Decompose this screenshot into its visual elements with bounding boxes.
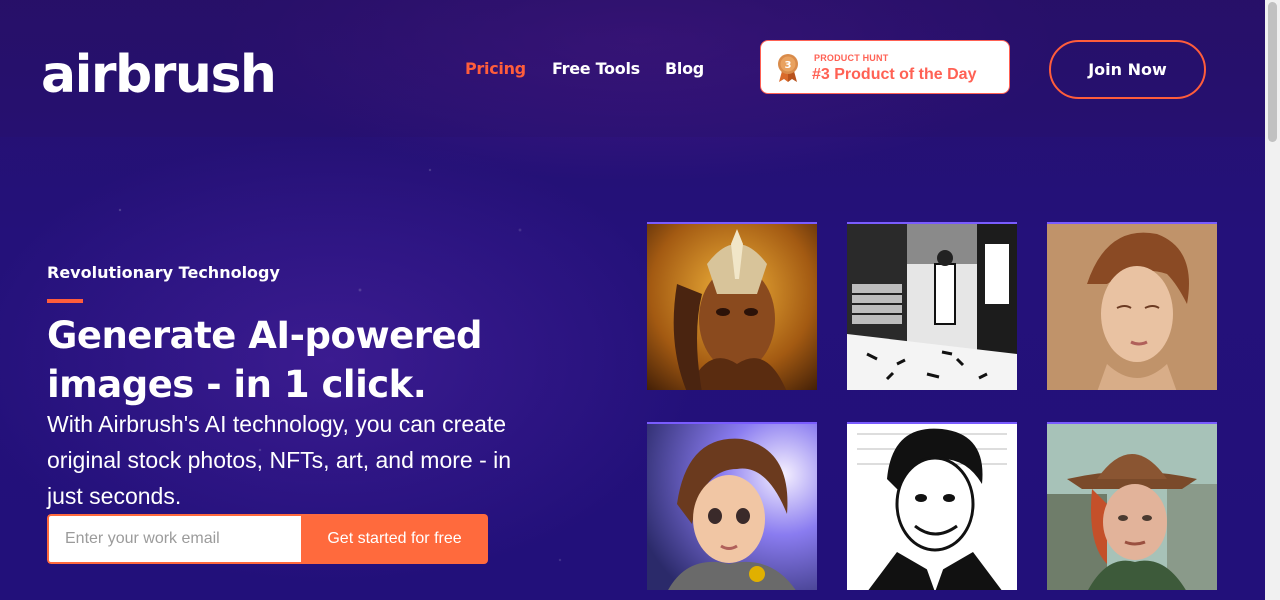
hero-subtext: With Airbrush's AI technology, you can c… [47,411,512,509]
kitchen-sketch-image [847,224,1017,390]
man-sketch-image [847,424,1017,590]
gallery-image-kitchen-sketch[interactable] [847,222,1017,390]
signup-form: Get started for free [47,514,488,564]
medal-icon: 3 [778,54,798,82]
product-hunt-rank: #3 Product of the Day [812,66,977,83]
gallery-image-cowgirl[interactable] [1047,422,1217,590]
logo[interactable]: airbrush [41,44,277,106]
warrior-portrait-image [647,224,817,390]
gallery-image-warrior[interactable] [647,222,817,390]
cartoon-hero-image [647,424,817,590]
hero-eyebrow: Revolutionary Technology [47,263,280,282]
medal-number: 3 [785,60,792,71]
nav-pricing[interactable]: Pricing [465,59,526,78]
hero-headline: Generate AI-powered images - in 1 click. [47,311,607,409]
get-started-button[interactable]: Get started for free [301,514,488,564]
accent-divider [47,299,83,303]
woman-portrait-image [1047,224,1217,390]
headline-line-1: Generate AI-powered [47,314,483,357]
headline-line-2: images - in 1 click. [47,363,427,406]
cowgirl-portrait-image [1047,424,1217,590]
product-hunt-label: PRODUCT HUNT [814,53,889,63]
page-scrollbar[interactable] [1265,0,1280,600]
product-hunt-badge[interactable]: 3 PRODUCT HUNT #3 Product of the Day [760,40,1010,94]
scrollbar-thumb[interactable] [1268,2,1277,142]
gallery-image-man-sketch[interactable] [847,422,1017,590]
gallery-image-cartoon-hero[interactable] [647,422,817,590]
site-header: airbrush Pricing Free Tools Blog 3 PRODU… [0,0,1265,137]
nav-free-tools[interactable]: Free Tools [552,59,640,78]
nav-blog[interactable]: Blog [665,59,704,78]
gallery-image-woman-portrait[interactable] [1047,222,1217,390]
join-now-button[interactable]: Join Now [1049,40,1206,99]
email-input[interactable] [47,514,301,564]
